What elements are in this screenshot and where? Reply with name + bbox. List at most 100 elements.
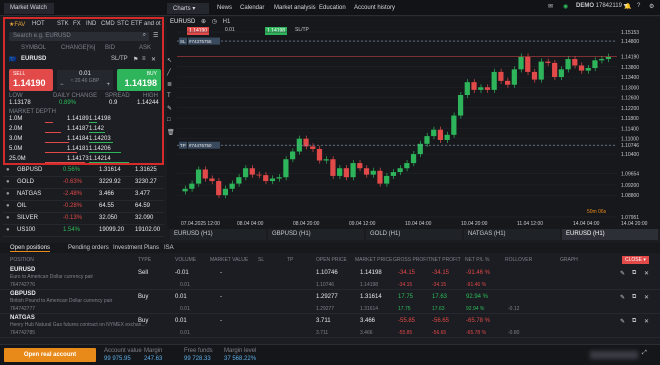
price-tick-label: 1.12600: [621, 96, 639, 102]
bid-depth-bar: [45, 132, 61, 133]
symbol-row[interactable]: ● OIL -0.28% 64.55 64.59: [3, 202, 164, 213]
alert-icon[interactable]: ⚑: [133, 56, 138, 63]
close-position-icon[interactable]: ✕: [644, 270, 649, 277]
price-tick-label: 1.14800: [621, 39, 639, 45]
account-stat-value: 99 975.95: [104, 356, 131, 362]
blurred-info: [590, 351, 638, 359]
candle: [484, 87, 491, 90]
plus-icon[interactable]: +: [106, 82, 110, 88]
symbol-list: ● GBPUSD 0.56% 1.31614 1.31625 ● GOLD -0.63% 322…: [3, 166, 164, 238]
symbol-row[interactable]: ● NATGAS -2.48% 3.466 3.477: [3, 190, 164, 201]
sl-tp-toggle[interactable]: SL/TP: [111, 56, 128, 62]
candle: [269, 178, 276, 182]
line-tag-label: SL: [180, 39, 186, 44]
chart-panel: EURUSD ⊕ ◷ H1 1.14190 0.01 1.14198 SL/TP…: [167, 17, 660, 229]
close-all-button[interactable]: CLOSE ▾: [622, 256, 649, 264]
chart-tab[interactable]: GOLD (H1): [366, 229, 462, 240]
open-real-account-button[interactable]: Open real account: [4, 348, 96, 362]
tab-cmd[interactable]: CMD: [101, 21, 115, 27]
sell-button[interactable]: SELL 1.14190: [9, 69, 53, 91]
close-icon[interactable]: ✕: [151, 56, 156, 63]
edit-icon[interactable]: ✎: [620, 270, 625, 277]
tab-market-watch[interactable]: Market Watch: [4, 3, 54, 14]
depth-row: 25.0M 1.14173 1.14214: [5, 155, 162, 164]
column-header: MARKET PRICE: [355, 257, 393, 263]
candle: [464, 82, 470, 96]
notifications-icon[interactable]: 🔔: [624, 3, 631, 10]
share-icon[interactable]: ⧉: [632, 270, 636, 277]
candle: [216, 181, 222, 196]
account-stat-label: Margin: [144, 348, 163, 354]
tab-open-positions[interactable]: Open positions: [10, 245, 51, 252]
nav-account-history[interactable]: Account history: [348, 3, 401, 14]
chart-tab[interactable]: EURUSD (H1): [562, 229, 658, 240]
ask-depth-bar: [89, 162, 129, 163]
tab-charts[interactable]: Charts ▾: [167, 3, 209, 14]
date-tick-label: 10.04 04:00: [405, 221, 432, 227]
share-icon[interactable]: ⧉: [632, 318, 636, 325]
menu-icon[interactable]: ≡: [142, 56, 146, 62]
candle: [565, 59, 571, 70]
position-row[interactable]: GBPUSD British Pound to American Dollar c…: [0, 290, 660, 314]
price-tick-label: 1.14190: [621, 55, 639, 61]
candle: [498, 71, 504, 81]
candle: [242, 168, 249, 178]
close-position-icon[interactable]: ✕: [644, 318, 649, 325]
help-icon[interactable]: ?: [637, 3, 640, 9]
column-header: POSITION: [10, 257, 34, 263]
tab-ind[interactable]: IND: [86, 21, 96, 27]
chart-tab[interactable]: EURUSD (H1): [170, 229, 266, 240]
position-row[interactable]: NATGAS Henry Hub Natural Gas futures cont…: [0, 314, 660, 338]
depth-row: 5.0M 1.14181 1.14206: [5, 145, 162, 154]
candle: [283, 159, 289, 178]
fullscreen-icon[interactable]: ⤢: [642, 350, 647, 357]
tab-pending-orders[interactable]: Pending orders: [68, 245, 109, 251]
tab-fx[interactable]: FX: [73, 21, 81, 27]
price-tick-label: 1.10746: [621, 143, 639, 149]
minus-icon[interactable]: −: [60, 82, 64, 88]
category-tabs: ★ FAV HOT STK FX IND CMD STC ETF and ot: [5, 20, 162, 29]
symbol-row[interactable]: ● GBPUSD 0.56% 1.31614 1.31625: [3, 166, 164, 177]
list-view-icon[interactable]: ☰: [153, 32, 158, 39]
date-tick-label: 14.04 20:00: [621, 221, 648, 227]
date-tick-label: 08.04 20:00: [293, 221, 320, 227]
account-selector[interactable]: DEMO 17842119 ▾: [576, 2, 627, 9]
candle: [363, 168, 370, 175]
share-icon[interactable]: ⧉: [632, 294, 636, 301]
volume-stepper[interactable]: 0.01 ≈ 20.46 GBP − +: [57, 70, 113, 90]
candle: [323, 159, 329, 161]
fav-tab[interactable]: ★ FAV: [9, 21, 25, 28]
buy-button[interactable]: BUY 1.14198: [117, 69, 161, 91]
search-input[interactable]: Search e.g. EURUSD ⌕: [9, 32, 149, 41]
chart-tab[interactable]: GBPUSD (H1): [268, 229, 364, 240]
candle: [249, 168, 255, 175]
edit-icon[interactable]: ✎: [620, 318, 625, 325]
candle: [310, 146, 316, 149]
candle: [276, 177, 282, 179]
symbol-row[interactable]: ● SILVER -0.13% 32.050 32.090: [3, 214, 164, 225]
tab-investment-plans[interactable]: Investment Plans: [113, 245, 159, 251]
candle: [337, 168, 343, 176]
ask-depth-bar: [89, 122, 97, 123]
candle: [505, 80, 511, 85]
settings-icon[interactable]: ⚙: [649, 3, 654, 10]
tab-stc[interactable]: STC: [117, 21, 129, 27]
nav-education[interactable]: Education: [313, 3, 352, 14]
chart-tab[interactable]: NATGAS (H1): [464, 229, 560, 240]
tab-hot[interactable]: HOT: [32, 21, 45, 27]
symbol-row[interactable]: ● US100 1.54% 19099.20 19102.00: [3, 226, 164, 237]
selected-symbol-header: 🇪🇺 EURUSD SL/TP ⚑ ≡ ✕: [5, 55, 162, 64]
tab-stk[interactable]: STK: [57, 21, 69, 27]
price-chart[interactable]: 1.15153 1.14800 1.14190 1.13800 1.13400 1.130…: [167, 17, 660, 229]
nav-calendar[interactable]: Calendar: [234, 3, 270, 14]
close-position-icon[interactable]: ✕: [644, 294, 649, 301]
candle: [444, 134, 450, 140]
tab-isa[interactable]: ISA: [164, 245, 174, 251]
date-tick-label: 10.04 20:00: [461, 221, 488, 227]
position-row[interactable]: EURUSD Euro to American Dollar currency p…: [0, 266, 660, 290]
tab-etf[interactable]: ETF and ot: [131, 21, 161, 27]
chat-icon[interactable]: ✉: [548, 3, 553, 10]
symbol-row[interactable]: ● GOLD -0.63% 3229.92 3230.27: [3, 178, 164, 189]
edit-icon[interactable]: ✎: [620, 294, 625, 301]
candle: [202, 169, 208, 179]
